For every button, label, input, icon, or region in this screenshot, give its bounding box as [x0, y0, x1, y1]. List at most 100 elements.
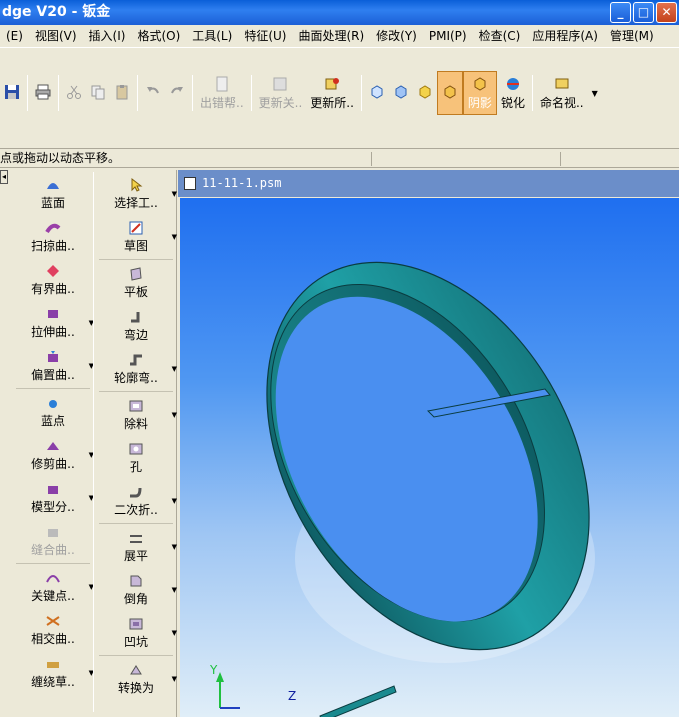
chevron-down-icon[interactable]: ▼	[172, 497, 177, 505]
column-divider	[99, 655, 173, 656]
bounded-surface-tool[interactable]: 有界曲..	[12, 258, 94, 301]
view-style-wire-button[interactable]	[365, 71, 389, 115]
intersection-curve-tool[interactable]: 相交曲..	[12, 608, 94, 651]
error-help-button[interactable]: 出错帮..	[196, 71, 248, 115]
swept-surface-tool[interactable]: 扫掠曲..	[12, 215, 94, 258]
blue-dot-label: 蓝点	[40, 413, 65, 428]
stitched-surface-label: 缝合曲..	[31, 542, 75, 557]
intersection-curve-label: 相交曲..	[31, 631, 75, 646]
document-window: 11-11-1.psm Y Z	[178, 170, 679, 717]
chevron-down-icon[interactable]: ▼	[172, 675, 177, 683]
shade-button[interactable]: 阴影	[462, 71, 497, 115]
menu-item-inspect[interactable]: 检查(C)	[473, 27, 527, 44]
chevron-down-icon[interactable]: ▼	[172, 543, 177, 551]
maximize-button[interactable]: □	[633, 2, 654, 23]
blue-surface-tool[interactable]: 蓝面	[12, 172, 94, 215]
flange-label: 弯边	[123, 327, 148, 342]
view-style-hidden-button[interactable]	[389, 71, 413, 115]
update-relations-button[interactable]: 更新关..	[255, 71, 307, 115]
unbend-tool[interactable]: 展平 ▼	[95, 525, 177, 568]
bend-tool[interactable]: 二次折.. ▼	[95, 479, 177, 522]
toolbar-divider	[27, 75, 28, 111]
update-all-button[interactable]: 更新所..	[306, 71, 358, 115]
paste-button[interactable]	[110, 71, 134, 115]
menu-item-insert[interactable]: 插入(I)	[83, 27, 132, 44]
menu-item-modify[interactable]: 修改(Y)	[370, 27, 423, 44]
menu-item-edit[interactable]: (E)	[0, 29, 29, 43]
print-button[interactable]	[31, 71, 55, 115]
sketch-tool[interactable]: 草图 ▼	[95, 215, 177, 258]
chevron-down-icon[interactable]: ▼	[172, 586, 177, 594]
extruded-surface-tool[interactable]: 拉伸曲.. ▼	[12, 301, 94, 344]
undo-button[interactable]	[141, 71, 165, 115]
offset-surface-tool[interactable]: 偏置曲.. ▼	[12, 344, 94, 387]
menu-item-pmi[interactable]: PMI(P)	[423, 29, 473, 43]
contour-flange-tool[interactable]: 轮廓弯.. ▼	[95, 347, 177, 390]
blue-surface-icon	[47, 182, 59, 189]
menu-item-manage[interactable]: 管理(M)	[604, 27, 660, 44]
copy-button[interactable]	[86, 71, 110, 115]
redo-button[interactable]	[165, 71, 189, 115]
menu-item-features[interactable]: 特征(U)	[238, 27, 292, 44]
menu-bar: (E) 视图(V) 插入(I) 格式(O) 工具(L) 特征(U) 曲面处理(R…	[0, 25, 679, 46]
select-tool[interactable]: 选择工.. ▼	[95, 172, 177, 215]
select-tool-label: 选择工..	[114, 195, 158, 210]
stitched-surface-tool[interactable]: 缝合曲..	[12, 519, 94, 562]
menu-item-view[interactable]: 视图(V)	[29, 27, 83, 44]
chevron-down-icon[interactable]: ▼	[172, 365, 177, 373]
chevron-down-icon[interactable]: ▼	[172, 190, 177, 198]
copy-icon	[91, 85, 105, 100]
chevron-down-icon[interactable]: ▼	[172, 629, 177, 637]
chamfer-tool[interactable]: 倒角 ▼	[95, 568, 177, 611]
document-tab-label: 11-11-1.psm	[202, 176, 282, 190]
sharpen-button[interactable]: 锐化	[497, 71, 529, 115]
sheet-metal-file-icon	[184, 177, 196, 190]
shade-label: 阴影	[467, 95, 492, 110]
menu-item-surfacing[interactable]: 曲面处理(R)	[292, 27, 370, 44]
convert-icon	[130, 664, 142, 674]
toolbar: 出错帮.. 更新关.. 更新所.. 阴影 锐化 命名视.. ▼	[0, 47, 679, 147]
update-relations-icon	[273, 77, 287, 90]
convert-tool[interactable]: 转换为 ▼	[95, 657, 177, 700]
hole-tool[interactable]: 孔	[95, 436, 177, 479]
tab-feature-label: 平板	[123, 284, 148, 299]
cut-button[interactable]	[62, 71, 86, 115]
column-divider	[16, 388, 90, 389]
trim-surface-tool[interactable]: 修剪曲.. ▼	[12, 433, 94, 476]
column-divider	[16, 563, 90, 564]
model-split-tool[interactable]: 模型分.. ▼	[12, 476, 94, 519]
feature-toolbar-panel: ◂ 蓝面 扫掠曲.. 有界曲.. 拉伸曲.. ▼ 偏置曲.. ▼ 蓝点 修剪曲.. ▼…	[0, 170, 177, 717]
close-button[interactable]: ✕	[656, 2, 677, 23]
toolbar-divider	[192, 75, 193, 111]
tab-feature-tool[interactable]: 平板	[95, 261, 177, 304]
sharpen-label: 锐化	[500, 95, 525, 110]
keypoint-curve-tool[interactable]: 关键点.. ▼	[12, 565, 94, 608]
named-views-dropdown[interactable]: ▼	[588, 71, 602, 115]
chamfer-label: 倒角	[123, 591, 148, 606]
save-button[interactable]	[0, 71, 24, 115]
toolbar-divider	[531, 75, 533, 111]
flange-tool[interactable]: 弯边	[95, 304, 177, 347]
named-views-button[interactable]: 命名视..	[536, 71, 588, 115]
chevron-down-icon[interactable]: ▼	[172, 233, 177, 241]
wrap-sketch-tool[interactable]: 缠绕草.. ▼	[12, 651, 94, 694]
view-style-visible-button[interactable]	[413, 71, 437, 115]
shaded-button[interactable]	[436, 71, 463, 115]
menu-item-applications[interactable]: 应用程序(A)	[526, 27, 604, 44]
chevron-down-icon[interactable]: ▼	[172, 411, 177, 419]
cutout-tool[interactable]: 除料 ▼	[95, 393, 177, 436]
menu-item-format[interactable]: 格式(O)	[131, 27, 186, 44]
minimize-button[interactable]: _	[610, 2, 631, 23]
graphics-canvas[interactable]: Y Z	[180, 198, 679, 717]
cube-wire-icon	[371, 85, 383, 99]
dimple-tool[interactable]: 凹坑 ▼	[95, 611, 177, 654]
menu-item-tools[interactable]: 工具(L)	[186, 27, 238, 44]
panel-collapse-icon[interactable]: ◂	[0, 170, 8, 184]
unbend-icon	[130, 534, 142, 543]
document-tab[interactable]: 11-11-1.psm	[178, 170, 679, 197]
model-split-icon	[48, 485, 58, 494]
offset-surface-icon	[48, 350, 58, 362]
help-doc-icon	[216, 76, 228, 91]
blue-dot-tool[interactable]: 蓝点	[12, 390, 94, 433]
bounded-surface-icon	[47, 264, 59, 277]
